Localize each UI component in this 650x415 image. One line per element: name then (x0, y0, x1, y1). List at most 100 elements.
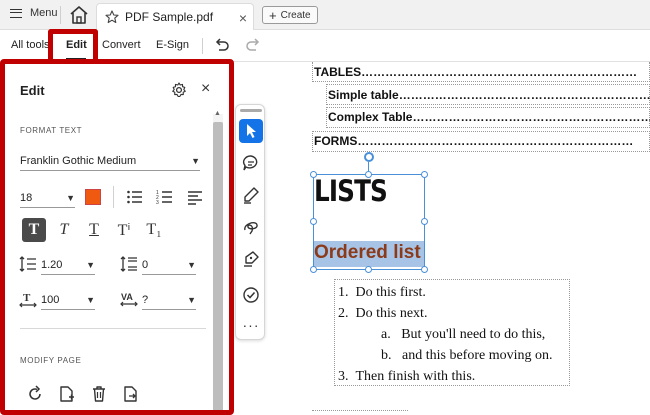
resize-handle[interactable] (421, 218, 428, 225)
edit-panel: Edit × FORMAT TEXT Franklin Gothic Mediu… (0, 59, 234, 415)
rotation-handle[interactable] (364, 152, 374, 162)
modify-page-label: MODIFY PAGE (20, 356, 82, 365)
subscript-button[interactable]: T₁ (142, 218, 166, 242)
align-left-icon (188, 191, 202, 205)
resize-handle[interactable] (365, 171, 372, 178)
extract-page-button[interactable] (119, 382, 143, 406)
next-box-edge (312, 410, 408, 411)
edit-tab-highlight (48, 29, 98, 61)
panel-close-button[interactable]: × (201, 80, 210, 98)
rotate-icon (29, 385, 41, 400)
create-button[interactable]: + Create (262, 6, 318, 24)
list-item[interactable]: 3. Then finish with this. (338, 369, 475, 385)
line-spacing-icon (19, 256, 36, 272)
fountain-pen-icon (244, 251, 259, 267)
bulleted-list-button[interactable] (123, 185, 147, 209)
comment-tool-button[interactable] (239, 151, 263, 175)
font-size-dropdown[interactable]: 18 ▼ (20, 188, 75, 208)
rail-drag-handle[interactable] (240, 109, 262, 112)
list-item[interactable]: 2. Do this next. (338, 306, 427, 322)
app-top-bar: Menu PDF Sample.pdf × + Create (0, 0, 650, 30)
panel-scrollbar-thumb[interactable] (213, 122, 223, 410)
list-item[interactable]: 1. Do this first. (338, 285, 426, 301)
svg-text:T: T (23, 292, 31, 304)
superscript-button[interactable]: Tⁱ (112, 218, 136, 242)
tab-all-tools[interactable]: All tools (11, 39, 50, 51)
font-size-value: 18 (20, 191, 33, 204)
tab-close-button[interactable]: × (239, 10, 247, 26)
character-spacing-value: ? (142, 293, 149, 306)
draw-tool-button[interactable] (239, 215, 263, 239)
list-item[interactable]: a. But you'll need to do this, (381, 327, 545, 343)
line-spacing-dropdown[interactable]: 1.20 ▼ (41, 255, 95, 275)
resize-handle[interactable] (365, 266, 372, 273)
trash-icon (93, 386, 105, 402)
divider (60, 6, 61, 24)
home-button[interactable] (68, 5, 90, 25)
underline-button[interactable]: T (82, 218, 106, 242)
tab-convert[interactable]: Convert (102, 39, 141, 51)
more-tools-button[interactable]: ··· (239, 313, 263, 337)
hamburger-icon (10, 8, 22, 18)
font-family-dropdown[interactable]: Franklin Gothic Medium ▼ (20, 151, 200, 171)
horizontal-scale-icon: T (19, 292, 37, 308)
numbered-list-button[interactable]: 1 2 3 (153, 185, 177, 209)
paragraph-spacing-icon (120, 256, 137, 272)
rotate-page-button[interactable] (23, 382, 47, 406)
svg-text:3: 3 (156, 200, 159, 205)
resize-handle[interactable] (310, 266, 317, 273)
menu-button[interactable]: Menu (10, 7, 58, 19)
sign-tool-button[interactable] (239, 247, 263, 271)
text-color-swatch[interactable] (85, 189, 101, 205)
resize-handle[interactable] (421, 171, 428, 178)
line-spacing-value: 1.20 (41, 258, 63, 271)
tab-title: PDF Sample.pdf (125, 10, 214, 24)
selected-text-box[interactable] (313, 174, 425, 270)
scroll-up-arrow-icon[interactable]: ▲ (214, 110, 221, 117)
create-label: Create (280, 9, 311, 21)
toc-entry[interactable]: Simple table…………………………………………………………… (328, 88, 650, 102)
toc-entry[interactable]: FORMS…………………………………………………………… (314, 134, 650, 148)
freehand-draw-icon (244, 222, 258, 235)
character-spacing-icon: VA (120, 292, 138, 307)
resize-handle[interactable] (310, 218, 317, 225)
bold-button[interactable]: T (22, 218, 46, 242)
format-text-label: FORMAT TEXT (20, 126, 83, 135)
horizontal-scale-dropdown[interactable]: 100 ▼ (41, 290, 95, 310)
svg-text:VA: VA (121, 292, 133, 302)
chevron-down-icon: ▼ (191, 155, 200, 166)
horizontal-scale-value: 100 (41, 293, 60, 306)
undo-icon[interactable] (213, 38, 231, 54)
toc-entry[interactable]: Complex Table…………………………………………………………… (328, 110, 650, 124)
font-family-value: Franklin Gothic Medium (20, 154, 137, 167)
star-icon[interactable] (105, 10, 119, 24)
document-tab[interactable]: PDF Sample.pdf × (96, 3, 254, 30)
home-icon (70, 6, 88, 24)
chevron-down-icon: ▼ (187, 294, 196, 305)
panel-title: Edit (20, 83, 45, 98)
check-tool-button[interactable] (239, 283, 263, 307)
select-tool-button[interactable] (239, 119, 263, 143)
character-spacing-dropdown[interactable]: ? ▼ (142, 290, 196, 310)
toc-entry[interactable]: TABLES…………………………………………………………… (314, 65, 650, 79)
bulleted-list-icon (127, 190, 142, 204)
quick-tools-rail: ··· (235, 104, 265, 340)
highlight-tool-button[interactable] (239, 183, 263, 207)
plus-icon: + (269, 7, 277, 23)
resize-handle[interactable] (310, 171, 317, 178)
paragraph-spacing-value: 0 (142, 258, 149, 271)
delete-page-button[interactable] (87, 382, 111, 406)
numbered-list-icon: 1 2 3 (156, 190, 172, 205)
tab-e-sign[interactable]: E-Sign (156, 39, 189, 51)
cursor-arrow-icon (247, 124, 256, 138)
list-item[interactable]: b. and this before moving on. (381, 348, 552, 364)
resize-handle[interactable] (421, 266, 428, 273)
redo-icon[interactable] (244, 38, 262, 54)
insert-page-button[interactable] (55, 382, 79, 406)
paragraph-spacing-dropdown[interactable]: 0 ▼ (142, 255, 196, 275)
chevron-down-icon: ▼ (86, 259, 95, 270)
divider (113, 186, 114, 208)
gear-icon[interactable] (171, 82, 187, 98)
text-align-button[interactable] (183, 185, 207, 209)
italic-button[interactable]: T (52, 218, 76, 242)
